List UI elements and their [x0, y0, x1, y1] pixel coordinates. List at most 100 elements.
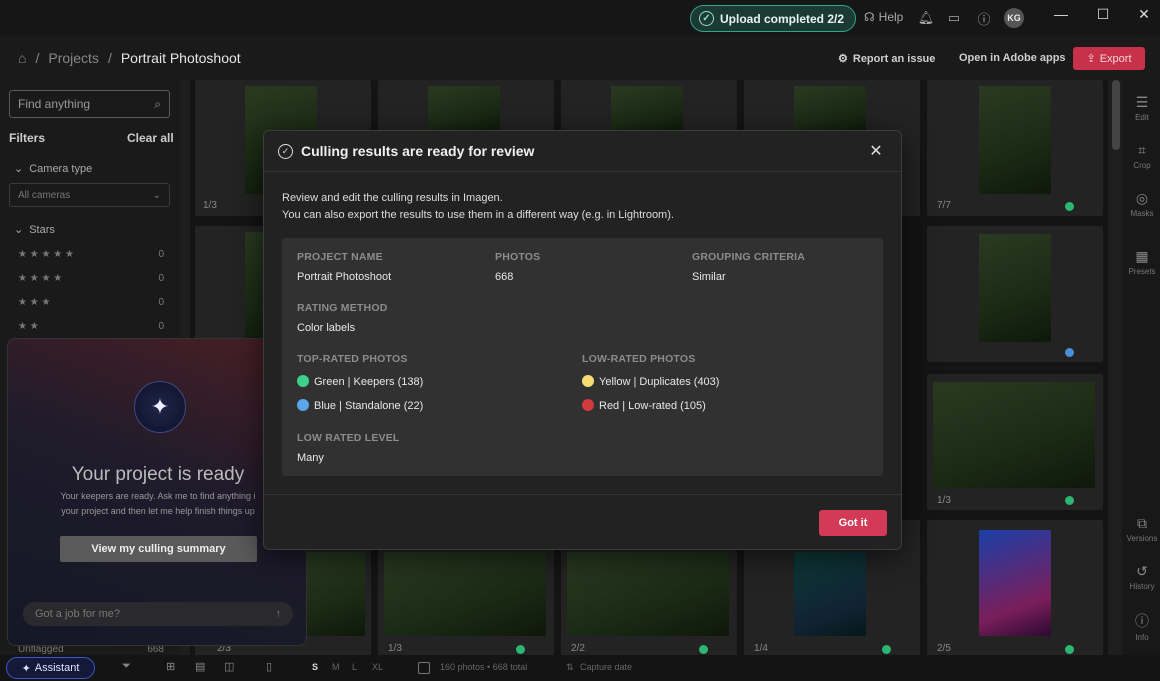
search-icon: ⌕: [154, 96, 161, 111]
grid-view-icon[interactable]: ⊞: [166, 660, 175, 673]
photo-thumbnail[interactable]: [567, 552, 729, 636]
chat-icon[interactable]: ▭: [946, 10, 962, 26]
camera-select[interactable]: All cameras ⌄: [9, 183, 170, 207]
masks-label: Masks: [1130, 209, 1154, 218]
search-input[interactable]: Find anything ⌕: [9, 90, 170, 118]
export-button[interactable]: ⇪ Export: [1073, 47, 1145, 70]
panel-toggle-icon[interactable]: ▯: [266, 660, 272, 673]
size-l[interactable]: L: [352, 662, 357, 672]
size-xl[interactable]: XL: [372, 662, 383, 672]
assistant-label: Assistant: [34, 662, 80, 674]
list-view-icon[interactable]: ▤: [195, 660, 205, 673]
star-filter-3[interactable]: ★ ★ ★ 0: [18, 297, 164, 308]
star-icons: ★ ★ ★: [18, 297, 51, 308]
close-window-button[interactable]: ✕: [1131, 4, 1157, 24]
grid-scrollbar[interactable]: [1112, 80, 1120, 150]
got-it-button[interactable]: Got it: [819, 510, 887, 536]
blue-label-dot: [1065, 348, 1074, 357]
history-tool[interactable]: ↺ History: [1124, 563, 1160, 591]
green-label-dot: [1065, 645, 1074, 654]
star-icons: ★ ★ ★ ★ ★: [18, 249, 74, 260]
versions-tool[interactable]: ⧉ Versions: [1124, 515, 1160, 543]
star-filter-2[interactable]: ★ ★ 0: [18, 321, 164, 332]
breadcrumb: ⌂ / Projects / Portrait Photoshoot: [18, 50, 241, 66]
export-label: Export: [1099, 52, 1132, 65]
upload-status-badge[interactable]: ✓ Upload completed 2/2: [690, 5, 856, 32]
masks-tool[interactable]: ◎ Masks: [1124, 190, 1160, 218]
info-tool[interactable]: ⓘ Info: [1124, 611, 1160, 642]
photo-count: 160 photos • 668 total: [440, 662, 528, 672]
size-m[interactable]: M: [332, 662, 340, 672]
photo-thumbnail[interactable]: [384, 552, 546, 636]
presets-tool[interactable]: ▦ Presets: [1124, 248, 1160, 276]
chevron-down-icon: ⌄: [14, 224, 24, 236]
star-filter-5[interactable]: ★ ★ ★ ★ ★ 0: [18, 249, 164, 260]
clear-all-button[interactable]: Clear all: [127, 131, 174, 145]
low-rated-level-label: LOW RATED LEVEL: [297, 432, 400, 444]
blue-dot-icon: [297, 399, 309, 411]
versions-icon: ⧉: [1137, 515, 1147, 531]
crop-tool[interactable]: ⌗ Crop: [1124, 142, 1160, 170]
breadcrumb-separator: /: [107, 50, 112, 66]
top-rated-item: Blue | Standalone (22): [297, 399, 423, 412]
maximize-button[interactable]: ☐: [1090, 4, 1116, 24]
send-icon[interactable]: ↑: [276, 608, 282, 620]
minimize-button[interactable]: —: [1048, 4, 1074, 24]
photo-thumbnail[interactable]: [979, 234, 1051, 342]
sliders-icon: ☰: [1135, 94, 1149, 110]
camera-type-label: Camera type: [29, 162, 93, 175]
project-name-label: PROJECT NAME: [297, 251, 383, 263]
green-label-dot: [699, 645, 708, 654]
size-s[interactable]: S: [312, 662, 318, 672]
assistant-input-placeholder: Got a job for me?: [35, 608, 120, 620]
close-icon[interactable]: ✕: [867, 142, 885, 160]
photo-card[interactable]: 2/5: [927, 520, 1103, 656]
breadcrumb-projects[interactable]: Projects: [48, 50, 99, 66]
photo-card[interactable]: 7/7: [927, 80, 1103, 216]
question-icon[interactable]: ⓘ: [976, 10, 992, 27]
assistant-button[interactable]: ✦ Assistant: [6, 657, 95, 679]
photo-thumbnail[interactable]: [794, 86, 866, 136]
photo-thumbnail[interactable]: [428, 86, 500, 136]
photo-thumbnail[interactable]: [933, 382, 1095, 488]
yellow-dot-icon: [582, 375, 594, 387]
compare-view-icon[interactable]: ◫: [224, 660, 234, 673]
photo-thumbnail[interactable]: [305, 552, 365, 636]
presets-icon: ▦: [1135, 248, 1149, 264]
star-count: 0: [158, 249, 164, 260]
culling-results-dialog: ✓ Culling results are ready for review ✕…: [263, 130, 902, 550]
edit-tool[interactable]: ☰ Edit: [1124, 94, 1160, 122]
photo-thumbnail[interactable]: [979, 530, 1051, 636]
photo-thumbnail[interactable]: [794, 552, 866, 636]
breadcrumb-separator: /: [35, 50, 40, 66]
check-circle-icon: ✓: [699, 11, 714, 26]
camera-select-value: All cameras: [18, 189, 71, 201]
home-icon[interactable]: ⌂: [18, 50, 26, 66]
avatar[interactable]: KG: [1004, 8, 1024, 28]
assistant-input[interactable]: Got a job for me? ↑: [23, 602, 293, 626]
check-circle-icon: ✓: [278, 143, 293, 159]
upload-status-text: Upload completed 2/2: [720, 11, 845, 26]
report-issue-button[interactable]: ⚙ Report an issue: [838, 52, 935, 66]
open-adobe-button[interactable]: Open in Adobe apps: [959, 52, 1066, 64]
photo-thumbnail[interactable]: [611, 86, 683, 136]
photo-card[interactable]: 1/3: [927, 374, 1103, 510]
star-filter-4[interactable]: ★ ★ ★ ★ 0: [18, 273, 164, 284]
top-rated-text: Green | Keepers (138): [314, 376, 424, 388]
low-rated-item: Red | Low-rated (105): [582, 399, 706, 412]
stack-count: 1/3: [388, 643, 402, 654]
photo-thumbnail[interactable]: [979, 86, 1051, 194]
sort-select[interactable]: Capture date: [580, 662, 632, 672]
headset-icon: ☊: [864, 10, 875, 24]
filter-icon[interactable]: ⏷: [122, 660, 131, 673]
stars-section[interactable]: ⌄ Stars: [14, 223, 55, 237]
camera-type-section[interactable]: ⌄ Camera type: [14, 162, 93, 176]
star-icons: ★ ★: [18, 321, 39, 332]
sort-icon[interactable]: ⇅: [566, 662, 574, 673]
bell-icon[interactable]: 🔔︎: [918, 10, 935, 26]
view-culling-summary-button[interactable]: View my culling summary: [60, 536, 257, 562]
crop-icon: ⌗: [1138, 142, 1146, 158]
select-all-checkbox[interactable]: [418, 662, 430, 674]
photo-card[interactable]: [927, 226, 1103, 362]
help-button[interactable]: ☊ Help: [864, 10, 903, 24]
